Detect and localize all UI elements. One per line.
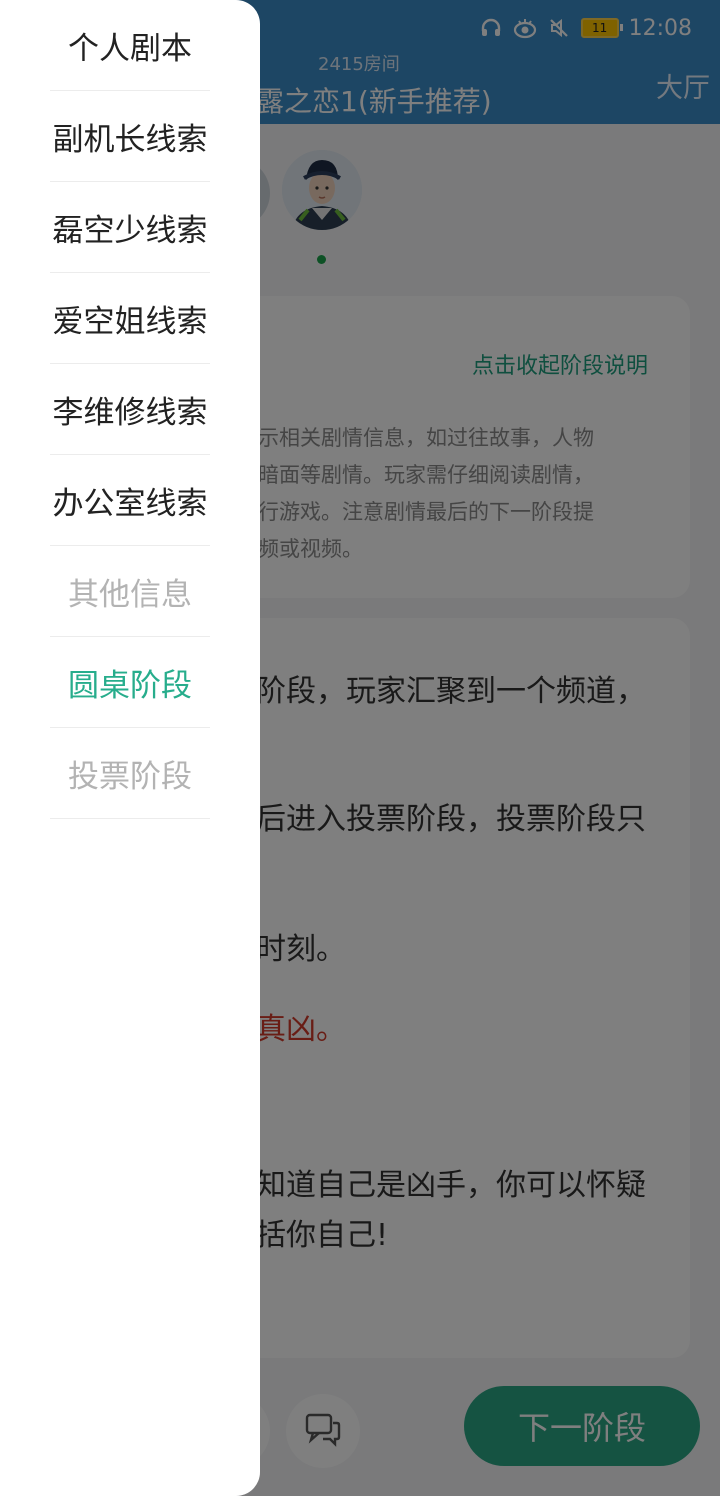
drawer-item-office-clues[interactable]: 办公室线索 xyxy=(50,455,210,546)
drawer-item-mechanic-li-clues[interactable]: 李维修线索 xyxy=(50,364,210,455)
drawer-item-voting-stage[interactable]: 投票阶段 xyxy=(50,728,210,819)
drawer-item-personal-script[interactable]: 个人剧本 xyxy=(50,0,210,91)
drawer-item-copilot-clues[interactable]: 副机长线索 xyxy=(50,91,210,182)
drawer-item-roundtable-stage[interactable]: 圆桌阶段 xyxy=(50,637,210,728)
side-drawer: 个人剧本 副机长线索 磊空少线索 爱空姐线索 李维修线索 办公室线索 其他信息 … xyxy=(0,0,260,1496)
drawer-item-steward-lei-clues[interactable]: 磊空少线索 xyxy=(50,182,210,273)
drawer-item-stewardess-ai-clues[interactable]: 爱空姐线索 xyxy=(50,273,210,364)
drawer-item-other-info[interactable]: 其他信息 xyxy=(50,546,210,637)
